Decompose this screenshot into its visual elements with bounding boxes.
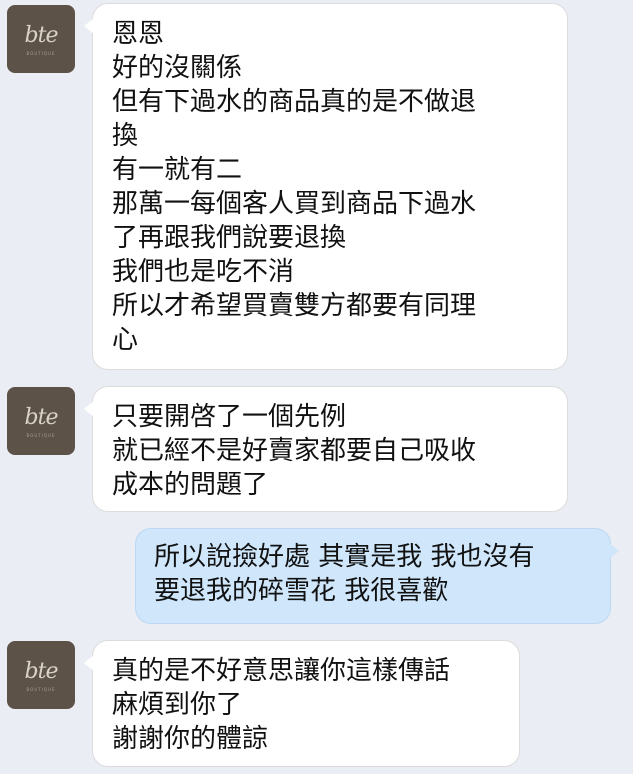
message-text: 只要開啓了一個先例 就已經不是好賣家都要自己吸收 成本的問題了	[112, 402, 477, 500]
message-bubble-incoming[interactable]: 真的是不好意思讓你這樣傳話 麻煩到你了 謝謝你的體諒	[84, 640, 520, 767]
avatar-logo-subtext: BOUTIQUE	[26, 51, 56, 56]
avatar-logo-text: bte	[24, 405, 59, 430]
sender-avatar[interactable]: bte BOUTIQUE	[7, 5, 75, 73]
message-text: 恩恩 好的沒關係 但有下過水的商品真的是不做退 換 有一就有二 那萬一每個客人買…	[112, 19, 477, 355]
message-bubble-outgoing[interactable]: 所以說撿好處 其實是我 我也沒有 要退我的碎雪花 我很喜歡	[135, 528, 619, 624]
message-bubble-incoming[interactable]: 只要開啓了一個先例 就已經不是好賣家都要自己吸收 成本的問題了	[84, 386, 568, 512]
sender-avatar[interactable]: bte BOUTIQUE	[7, 641, 75, 709]
avatar-logo-subtext: BOUTIQUE	[26, 433, 56, 438]
message-bubble-incoming[interactable]: 恩恩 好的沒關係 但有下過水的商品真的是不做退 換 有一就有二 那萬一每個客人買…	[84, 3, 568, 370]
avatar-logo-subtext: BOUTIQUE	[26, 687, 56, 692]
avatar-logo-text: bte	[24, 23, 59, 48]
message-text: 所以說撿好處 其實是我 我也沒有 要退我的碎雪花 我很喜歡	[154, 542, 535, 606]
avatar-logo-text: bte	[24, 659, 59, 684]
sender-avatar[interactable]: bte BOUTIQUE	[7, 387, 75, 455]
message-text: 真的是不好意思讓你這樣傳話 麻煩到你了 謝謝你的體諒	[112, 656, 451, 754]
